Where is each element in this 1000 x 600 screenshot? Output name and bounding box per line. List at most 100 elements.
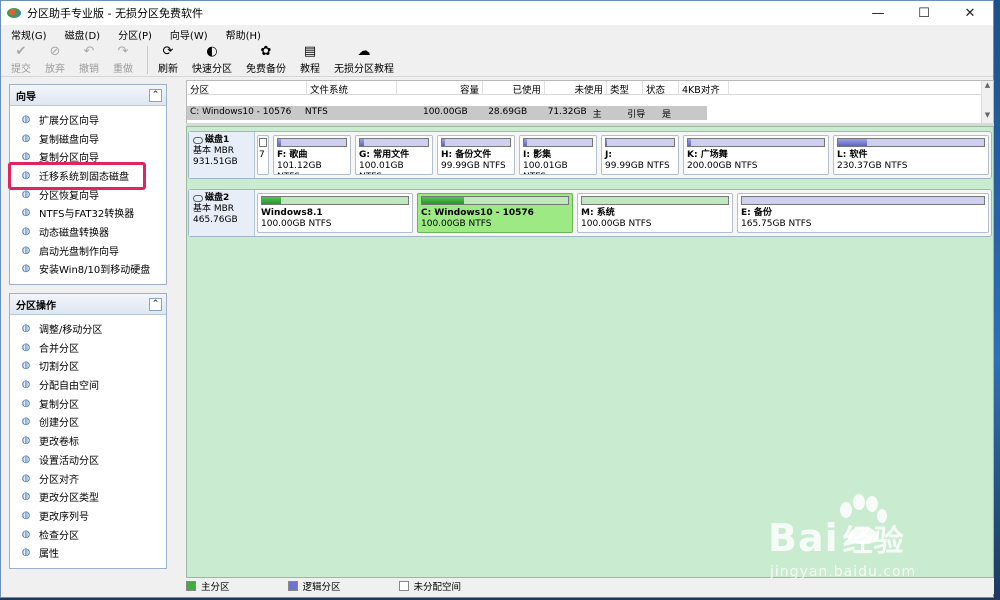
ops-item[interactable]: ◍ 更改卷标	[10, 431, 166, 450]
menu-partition[interactable]: 分区(P)	[118, 27, 152, 42]
ops-panel-header[interactable]: 分区操作 ⌃	[10, 294, 166, 316]
sidebar: 向导 ⌃ ◍ 扩展分区向导 ◍ 复制磁盘向导 ◍ 复制分区向导 ◍ 迁移系统到固态磁盘 ◍ 分区恢…	[9, 84, 167, 577]
minimize-button[interactable]: —	[855, 1, 901, 25]
partition-block[interactable]: Windows8.1 100.00GB NTFS	[257, 193, 413, 233]
column-header[interactable]: 未使用	[545, 81, 607, 96]
table-scrollbar[interactable]: ▲ ▼	[981, 81, 993, 123]
disk-name-text: 磁盘1	[205, 135, 230, 145]
ops-item-icon: ◍	[21, 435, 31, 447]
toolbar-quick-partition-button[interactable]: ◐ 快速分区	[192, 44, 232, 75]
partition-block[interactable]: L: 软件 230.37GB NTFS	[833, 135, 989, 175]
toolbar-undo-button[interactable]: ↶ 撤销	[79, 44, 99, 75]
ops-item[interactable]: ◍ 复制分区	[10, 394, 166, 413]
ops-item-icon: ◍	[21, 453, 31, 465]
close-button[interactable]: ✕	[947, 1, 993, 25]
partition-block[interactable]: M: 系统 100.00GB NTFS	[577, 193, 733, 233]
column-header[interactable]: 4KB对齐	[679, 81, 729, 96]
disk-row[interactable]: 磁盘2 基本 MBR 465.76GB Windows8.1 100.00GB NTFS…	[188, 189, 992, 237]
menu-help[interactable]: 帮助(H)	[226, 27, 261, 42]
usage-bar	[259, 138, 267, 147]
ops-item[interactable]: ◍ 合并分区	[10, 338, 166, 357]
toolbar-label: 重做	[113, 64, 133, 75]
column-header[interactable]: 文件系统	[307, 81, 397, 96]
ops-panel: 分区操作 ⌃ ◍ 调整/移动分区 ◍ 合并分区 ◍ 切割分区 ◍ 分配自由空间 ◍ 复制分区 ◍ 创建…	[9, 293, 167, 570]
partition-label: 7	[259, 150, 265, 160]
app-logo-icon	[7, 8, 21, 18]
disk-type: 基本 MBR	[193, 204, 235, 214]
disk-row[interactable]: 磁盘1基本 MBR931.51GB 7 F: 歌曲101.12GB NTFSG: 常…	[188, 131, 992, 179]
backup-icon: ✿	[260, 44, 272, 59]
toolbar-backup-button[interactable]: ✿ 免费备份	[246, 44, 286, 75]
toolbar-label: 提交	[11, 64, 31, 75]
wizard-item[interactable]: ◍ 扩展分区向导	[10, 110, 166, 129]
toolbar-tutorial-button[interactable]: ▤ 教程	[300, 44, 320, 75]
wizard-item[interactable]: ◍ 安装Win8/10到移动硬盘	[10, 260, 166, 279]
scroll-down-icon[interactable]: ▼	[982, 111, 993, 121]
ops-item[interactable]: ◍ 设置活动分区	[10, 450, 166, 469]
menu-disk[interactable]: 磁盘(D)	[65, 27, 101, 42]
partition-block[interactable]: J: 99.99GB NTFS	[601, 135, 679, 175]
partition-size: 101.12GB NTFS	[277, 161, 322, 174]
collapse-wizard-button[interactable]: ⌃	[149, 88, 162, 102]
toolbar-lossless-tutorial-button[interactable]: ☁ 无损分区教程	[334, 44, 394, 75]
ops-item[interactable]: ◍ 分区对齐	[10, 469, 166, 488]
usage-bar	[441, 138, 511, 147]
disk-name-text: 磁盘2	[205, 193, 230, 203]
partition-block[interactable]: I: 影集100.01GB NTFS	[519, 135, 597, 175]
ops-item-icon: ◍	[21, 416, 31, 428]
disk-info[interactable]: 磁盘1 基本 MBR 931.51GB	[189, 132, 255, 178]
maximize-button[interactable]: ☐	[901, 1, 947, 25]
partition-block[interactable]: H: 备份文件 99.99GB NTFS	[437, 135, 515, 175]
toolbar-refresh-button[interactable]: ⟳ 刷新	[158, 44, 178, 75]
redo-icon: ↷	[117, 44, 129, 59]
wizard-item[interactable]: ◍ NTFS与FAT32转换器	[10, 203, 166, 222]
ops-item[interactable]: ◍ 分配自由空间	[10, 375, 166, 394]
collapse-ops-button[interactable]: ⌃	[149, 297, 162, 311]
partition-block[interactable]: E: 备份 165.75GB NTFS	[737, 193, 989, 233]
partition-name: H: 备份文件	[441, 150, 492, 160]
toolbar-discard-button[interactable]: ⊘ 放弃	[45, 44, 65, 75]
ops-item[interactable]: ◍ 切割分区	[10, 357, 166, 376]
column-header[interactable]: 已使用	[483, 81, 545, 96]
disk-size: 465.76GB	[193, 215, 238, 225]
partition-block[interactable]: K: 广场舞 200.00GB NTFS	[683, 135, 829, 175]
column-header[interactable]: 容量	[397, 81, 483, 96]
toolbar: ✔ 提交 ⊘ 放弃 ↶ 撤销 ↷ 重做 ⟳ 刷新 ◐ 快速分区 ✿ 免费备份 ▤ 教程 ☁ 无损分区教程	[1, 43, 993, 77]
wizard-item-icon: ◍	[21, 151, 31, 163]
partition-block[interactable]: G: 常用文件100.01GB NTFS	[355, 135, 433, 175]
menu-wizard[interactable]: 向导(W)	[170, 27, 208, 42]
ops-item[interactable]: ◍ 更改分区类型	[10, 487, 166, 506]
disk-info[interactable]: 磁盘2 基本 MBR 465.76GB	[189, 190, 255, 236]
table-row[interactable]: C: Windows10 - 10576 NTFS 100.00GB 28.69GB 7…	[187, 106, 707, 120]
column-header[interactable]: 状态	[643, 81, 679, 96]
partition-size: 165.75GB NTFS	[741, 219, 812, 229]
toolbar-label: 免费备份	[246, 64, 286, 75]
toolbar-check-button[interactable]: ✔ 提交	[11, 44, 31, 75]
wizard-panel-header[interactable]: 向导 ⌃	[10, 85, 166, 106]
usage-bar	[687, 138, 825, 147]
column-header[interactable]: 分区	[187, 81, 307, 96]
usage-bar	[837, 138, 985, 147]
partition-block[interactable]: C: Windows10 - 10576 100.00GB NTFS	[417, 193, 573, 233]
menu-general[interactable]: 常规(G)	[11, 27, 47, 42]
ops-item[interactable]: ◍ 创建分区	[10, 413, 166, 432]
wizard-item-label: 扩展分区向导	[39, 115, 99, 127]
partition-size: 100.00GB NTFS	[581, 219, 652, 229]
partition-name: C: Windows10 - 10576	[421, 208, 534, 218]
scroll-up-icon[interactable]: ▲	[982, 81, 993, 91]
wizard-item-label: 启动光盘制作向导	[39, 246, 119, 258]
wizard-item[interactable]: ◍ 复制磁盘向导	[10, 129, 166, 148]
ops-item[interactable]: ◍ 属性	[10, 543, 166, 562]
wizard-item-icon: ◍	[21, 207, 31, 219]
ops-item[interactable]: ◍ 检查分区	[10, 525, 166, 544]
column-header[interactable]: 类型	[607, 81, 643, 96]
wizard-item[interactable]: ◍ 启动光盘制作向导	[10, 241, 166, 260]
toolbar-redo-button[interactable]: ↷ 重做	[113, 44, 133, 75]
table-cell: 主	[592, 110, 602, 120]
partition-block[interactable]: 7	[257, 135, 269, 175]
partition-block[interactable]: F: 歌曲101.12GB NTFS	[273, 135, 351, 175]
wizard-item[interactable]: ◍ 动态磁盘转换器	[10, 222, 166, 241]
partition-name: E: 备份	[741, 208, 772, 218]
ops-item[interactable]: ◍ 调整/移动分区	[10, 319, 166, 338]
ops-item[interactable]: ◍ 更改序列号	[10, 506, 166, 525]
